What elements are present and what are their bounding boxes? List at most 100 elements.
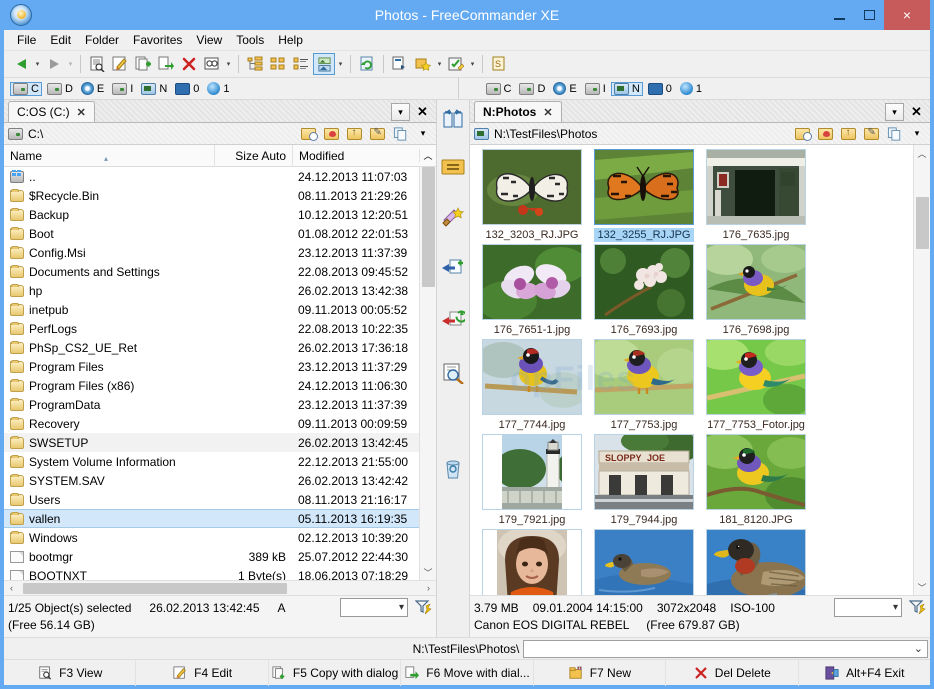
scrollbar-track[interactable] <box>913 161 930 579</box>
refresh-icon[interactable] <box>356 53 378 75</box>
swap-panels-button[interactable] <box>440 106 466 132</box>
thumbnail-item[interactable] <box>702 529 810 595</box>
compare-folders-button[interactable] <box>440 360 466 386</box>
copy-path-icon[interactable] <box>885 125 903 142</box>
scroll-right-icon[interactable]: › <box>421 583 436 593</box>
scrollbar-thumb[interactable] <box>421 167 435 287</box>
drive-right-i[interactable]: I <box>582 82 609 96</box>
scroll-left-icon[interactable]: ‹ <box>4 583 19 593</box>
same-folder-button[interactable] <box>440 154 466 180</box>
multi-rename-dropdown-icon[interactable]: ▾ <box>468 53 477 75</box>
thumbnail-item[interactable]: 181_8120.JPG <box>702 434 810 527</box>
large-icons-view-icon[interactable] <box>267 53 289 75</box>
drive-left-n[interactable]: N <box>138 82 170 96</box>
thumbnail-item[interactable]: 132_3255_RJ.JPG <box>590 149 698 242</box>
history-folder-icon[interactable] <box>793 125 812 142</box>
scrollbar-track[interactable] <box>419 167 436 564</box>
edit-file-icon[interactable] <box>109 53 131 75</box>
table-row[interactable]: Config.Msi 23.12.2013 11:37:39 <box>4 243 419 262</box>
copy-to-left-button[interactable] <box>440 256 466 282</box>
right-vertical-scrollbar[interactable]: ︿ ﹀ <box>913 145 930 595</box>
move-to-left-button[interactable] <box>440 308 466 334</box>
scroll-up-icon[interactable]: ︿ <box>914 145 931 161</box>
drive-right-d[interactable]: D <box>516 82 548 96</box>
command-line-input[interactable]: ⌄ <box>523 639 928 658</box>
search-icon[interactable] <box>201 53 223 75</box>
menu-view[interactable]: View <box>189 31 229 49</box>
scroll-down-icon[interactable]: ﹀ <box>914 579 931 595</box>
scroll-down-icon[interactable]: ﹀ <box>420 564 437 580</box>
table-row[interactable]: hp 26.02.2013 13:42:38 <box>4 281 419 300</box>
menu-folder[interactable]: Folder <box>78 31 126 49</box>
thumbnail-item[interactable]: 177_7753.jpg <box>590 339 698 432</box>
drive-right-1[interactable]: 1 <box>677 81 705 96</box>
multi-rename-icon[interactable] <box>445 53 467 75</box>
thumbnail-item[interactable]: 132_3203_RJ.JPG <box>478 149 586 242</box>
chevron-down-icon[interactable]: ⌄ <box>914 642 923 655</box>
path-dropdown-icon[interactable]: ▾ <box>908 125 926 142</box>
open-with-icon[interactable] <box>389 53 411 75</box>
table-row[interactable]: $Recycle.Bin 08.11.2013 21:29:26 <box>4 186 419 205</box>
left-filter-combobox[interactable]: ▾ <box>340 598 408 617</box>
right-path-text[interactable]: N:\TestFiles\Photos <box>494 127 788 141</box>
thumbnail-item[interactable] <box>590 529 698 595</box>
view-dropdown-icon[interactable]: ▾ <box>336 53 345 75</box>
thumbnail-item[interactable]: SLOPPY JOE 179_7944.jpg <box>590 434 698 527</box>
minimize-button[interactable] <box>824 0 854 30</box>
menu-tools[interactable]: Tools <box>229 31 271 49</box>
scrollbar-thumb[interactable] <box>915 197 929 249</box>
search-dropdown-icon[interactable]: ▾ <box>224 53 233 75</box>
tab-n-photos[interactable]: N:Photos ✕ <box>474 101 562 122</box>
open-folder-icon[interactable] <box>862 125 880 142</box>
table-row[interactable]: ProgramData 23.12.2013 11:37:39 <box>4 395 419 414</box>
tab-close-icon[interactable]: ✕ <box>543 106 552 119</box>
drive-right-n[interactable]: N <box>610 81 643 96</box>
forward-dropdown-icon[interactable]: ▾ <box>66 53 75 75</box>
tree-view-icon[interactable] <box>244 53 266 75</box>
scrollbar-thumb[interactable] <box>23 582 287 594</box>
right-thumbnail-view[interactable]: opFiles 132_3203_RJ.JPG 132_3255_RJ.JPG 17… <box>470 145 930 595</box>
drive-right-0[interactable]: 0 <box>645 82 675 96</box>
tab-c-os[interactable]: C:OS (C:) ✕ <box>8 101 95 122</box>
favorites-folder-icon[interactable] <box>322 125 340 142</box>
recycle-bin-button[interactable] <box>440 456 466 482</box>
menu-edit[interactable]: Edit <box>43 31 78 49</box>
table-row[interactable]: SWSETUP 26.02.2013 13:42:45 <box>4 433 419 452</box>
close-tab-button[interactable]: ✕ <box>413 103 432 121</box>
parent-folder-icon[interactable] <box>839 125 857 142</box>
drive-right-c[interactable]: C <box>483 82 515 96</box>
details-view-icon[interactable] <box>290 53 312 75</box>
chevron-down-icon[interactable]: ▾ <box>893 602 898 613</box>
thumbnail-item[interactable]: 176_7651-1.jpg <box>478 244 586 337</box>
table-row[interactable]: Windows 02.12.2013 10:39:20 <box>4 528 419 547</box>
menu-favorites[interactable]: Favorites <box>126 31 189 49</box>
drive-right-e[interactable]: E <box>550 81 579 96</box>
tab-list-dropdown-icon[interactable]: ▾ <box>391 103 410 121</box>
history-folder-icon[interactable] <box>299 125 318 142</box>
tab-list-dropdown-icon[interactable]: ▾ <box>885 103 904 121</box>
parent-folder-icon[interactable] <box>345 125 363 142</box>
back-dropdown-icon[interactable]: ▾ <box>33 53 42 75</box>
column-header-modified[interactable]: Modified <box>292 144 419 167</box>
thumbnail-item[interactable]: 177_7744.jpg <box>478 339 586 432</box>
drive-left-d[interactable]: D <box>44 82 76 96</box>
table-row[interactable]: .. 24.12.2013 11:07:03 <box>4 167 419 186</box>
maximize-button[interactable] <box>854 0 884 30</box>
table-row[interactable]: bootmgr 389 kB 25.07.2012 22:44:30 <box>4 547 419 566</box>
thumbnail-item[interactable]: 176_7698.jpg <box>702 244 810 337</box>
drive-left-c[interactable]: C <box>10 81 42 96</box>
f5-copy-button[interactable]: F5 Copy with dialog <box>269 659 402 686</box>
close-tab-button[interactable]: ✕ <box>907 103 926 121</box>
del-delete-button[interactable]: Del Delete <box>666 659 799 686</box>
alt-f4-exit-button[interactable]: Alt+F4 Exit <box>799 660 930 686</box>
open-folder-icon[interactable] <box>368 125 386 142</box>
table-row[interactable]: Documents and Settings 22.08.2013 09:45:5… <box>4 262 419 281</box>
table-row[interactable]: vallen 05.11.2013 16:19:35 <box>4 509 419 528</box>
favorites-icon[interactable] <box>412 53 434 75</box>
favorites-dropdown-icon[interactable]: ▾ <box>435 53 444 75</box>
menu-help[interactable]: Help <box>271 31 310 49</box>
favorites-folder-icon[interactable] <box>816 125 834 142</box>
chevron-down-icon[interactable]: ▾ <box>399 602 404 613</box>
table-row[interactable]: PerfLogs 22.08.2013 10:22:35 <box>4 319 419 338</box>
table-row[interactable]: Recovery 09.11.2013 00:09:59 <box>4 414 419 433</box>
